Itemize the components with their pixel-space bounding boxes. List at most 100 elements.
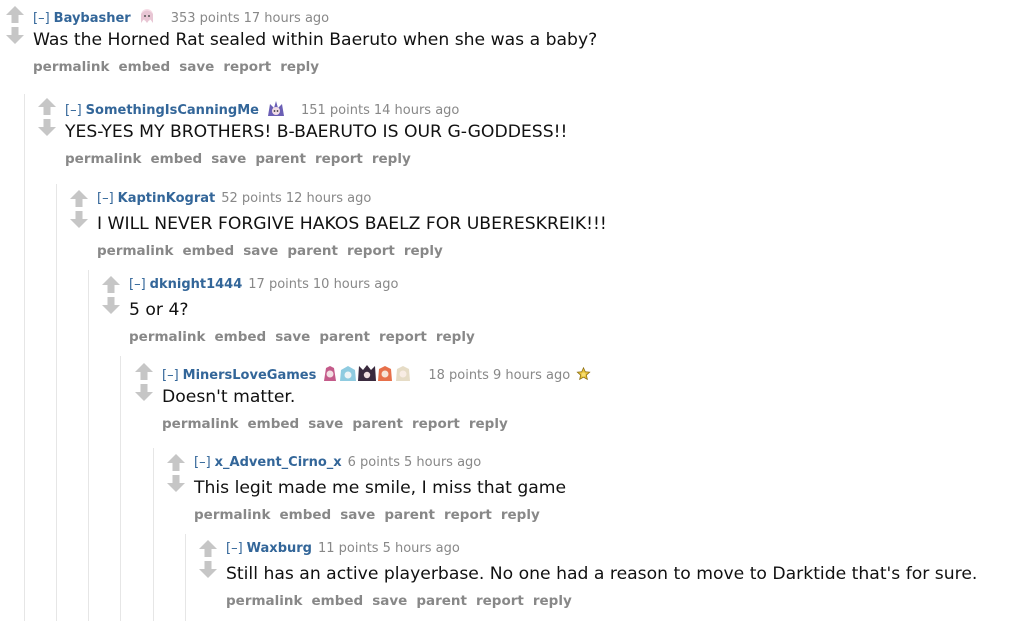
parent-button[interactable]: parent <box>416 593 467 609</box>
embed-button[interactable]: embed <box>119 59 171 75</box>
comment-time: 9 hours ago <box>492 368 571 383</box>
save-button[interactable]: save <box>372 593 407 609</box>
permalink-button[interactable]: permalink <box>65 151 142 167</box>
report-button[interactable]: report <box>347 243 395 259</box>
downvote-arrow-icon[interactable] <box>101 297 121 314</box>
collapse-toggle[interactable]: [–] <box>226 541 243 556</box>
collapse-toggle[interactable]: [–] <box>129 277 146 292</box>
comment-time: 10 hours ago <box>312 277 399 292</box>
author-link[interactable]: SomethingIsCanningMe <box>86 103 259 118</box>
comment-actions: permalink embed save parent report reply <box>226 592 581 610</box>
comment-thread: [–] Baybasher 353 points 17 hours ago Was t… <box>0 0 1015 621</box>
report-button[interactable]: report <box>223 59 271 75</box>
user-flair-strip-icon <box>324 365 411 381</box>
permalink-button[interactable]: permalink <box>129 329 206 345</box>
upvote-arrow-icon[interactable] <box>69 190 89 207</box>
permalink-button[interactable]: permalink <box>97 243 174 259</box>
author-link[interactable]: Waxburg <box>247 541 312 556</box>
parent-button[interactable]: parent <box>352 416 403 432</box>
embed-button[interactable]: embed <box>312 593 364 609</box>
comment-score: 17 points <box>248 277 309 292</box>
report-button[interactable]: report <box>412 416 460 432</box>
permalink-button[interactable]: permalink <box>33 59 110 75</box>
upvote-arrow-icon[interactable] <box>198 540 218 557</box>
permalink-button[interactable]: permalink <box>162 416 239 432</box>
comment-score: 18 points <box>428 368 489 383</box>
collapse-toggle[interactable]: [–] <box>162 368 179 383</box>
parent-button[interactable]: parent <box>287 243 338 259</box>
comment-actions: permalink embed save parent report reply <box>97 242 452 260</box>
comment-body: 5 or 4? <box>129 300 189 320</box>
collapse-toggle[interactable]: [–] <box>194 455 211 470</box>
embed-button[interactable]: embed <box>151 151 203 167</box>
comment-body: YES-YES MY BROTHERS! B-BAERUTO IS OUR G-… <box>65 122 568 142</box>
comment-time: 12 hours ago <box>285 191 372 206</box>
reply-button[interactable]: reply <box>404 243 443 259</box>
comment-tagline: [–] Waxburg 11 points 5 hours ago <box>226 540 460 558</box>
reply-button[interactable]: reply <box>533 593 572 609</box>
comment-body: I WILL NEVER FORGIVE HAKOS BAELZ FOR UBE… <box>97 214 607 234</box>
comment-score: 353 points <box>170 11 240 26</box>
comment-time: 17 hours ago <box>243 11 330 26</box>
author-link[interactable]: KaptinKograt <box>118 191 216 206</box>
reply-button[interactable]: reply <box>280 59 319 75</box>
thread-line <box>24 94 25 621</box>
downvote-arrow-icon[interactable] <box>5 27 25 44</box>
user-flair-icon <box>267 101 284 116</box>
comment-tagline: [–] dknight1444 17 points 10 hours ago <box>129 276 398 294</box>
comment-body: Doesn't matter. <box>162 387 296 407</box>
downvote-arrow-icon[interactable] <box>198 561 218 578</box>
parent-button[interactable]: parent <box>319 329 370 345</box>
gold-award-icon[interactable] <box>576 367 591 382</box>
author-link[interactable]: Baybasher <box>54 11 131 26</box>
thread-line <box>88 270 89 621</box>
collapse-toggle[interactable]: [–] <box>97 191 114 206</box>
downvote-arrow-icon[interactable] <box>69 211 89 228</box>
reply-button[interactable]: reply <box>372 151 411 167</box>
comment-body: Was the Horned Rat sealed within Baeruto… <box>33 30 598 50</box>
upvote-arrow-icon[interactable] <box>5 6 25 23</box>
downvote-arrow-icon[interactable] <box>37 119 57 136</box>
save-button[interactable]: save <box>275 329 310 345</box>
upvote-arrow-icon[interactable] <box>134 363 154 380</box>
thread-line <box>120 356 121 621</box>
save-button[interactable]: save <box>211 151 246 167</box>
report-button[interactable]: report <box>379 329 427 345</box>
comment-score: 6 points <box>347 455 400 470</box>
author-link[interactable]: dknight1444 <box>150 277 243 292</box>
save-button[interactable]: save <box>308 416 343 432</box>
permalink-button[interactable]: permalink <box>194 507 271 523</box>
parent-button[interactable]: parent <box>255 151 306 167</box>
upvote-arrow-icon[interactable] <box>101 276 121 293</box>
report-button[interactable]: report <box>444 507 492 523</box>
reply-button[interactable]: reply <box>501 507 540 523</box>
comment-tagline: [–] KaptinKograt 52 points 12 hours ago <box>97 190 371 208</box>
collapse-toggle[interactable]: [–] <box>33 11 50 26</box>
save-button[interactable]: save <box>340 507 375 523</box>
upvote-arrow-icon[interactable] <box>166 454 186 471</box>
reply-button[interactable]: reply <box>469 416 508 432</box>
upvote-arrow-icon[interactable] <box>37 98 57 115</box>
embed-button[interactable]: embed <box>215 329 267 345</box>
embed-button[interactable]: embed <box>183 243 235 259</box>
comment-actions: permalink embed save parent report reply <box>162 415 517 433</box>
embed-button[interactable]: embed <box>248 416 300 432</box>
embed-button[interactable]: embed <box>280 507 332 523</box>
author-link[interactable]: x_Advent_Cirno_x <box>215 455 342 470</box>
downvote-arrow-icon[interactable] <box>134 384 154 401</box>
parent-button[interactable]: parent <box>384 507 435 523</box>
downvote-arrow-icon[interactable] <box>166 475 186 492</box>
thread-line <box>153 448 154 621</box>
permalink-button[interactable]: permalink <box>226 593 303 609</box>
thread-line <box>185 534 186 621</box>
report-button[interactable]: report <box>476 593 524 609</box>
report-button[interactable]: report <box>315 151 363 167</box>
save-button[interactable]: save <box>179 59 214 75</box>
comment-actions: permalink embed save parent report reply <box>194 506 549 524</box>
comment-score: 11 points <box>317 541 379 556</box>
user-flair-icon <box>140 9 153 23</box>
save-button[interactable]: save <box>243 243 278 259</box>
reply-button[interactable]: reply <box>436 329 475 345</box>
author-link[interactable]: MinersLoveGames <box>183 368 317 383</box>
collapse-toggle[interactable]: [–] <box>65 103 82 118</box>
